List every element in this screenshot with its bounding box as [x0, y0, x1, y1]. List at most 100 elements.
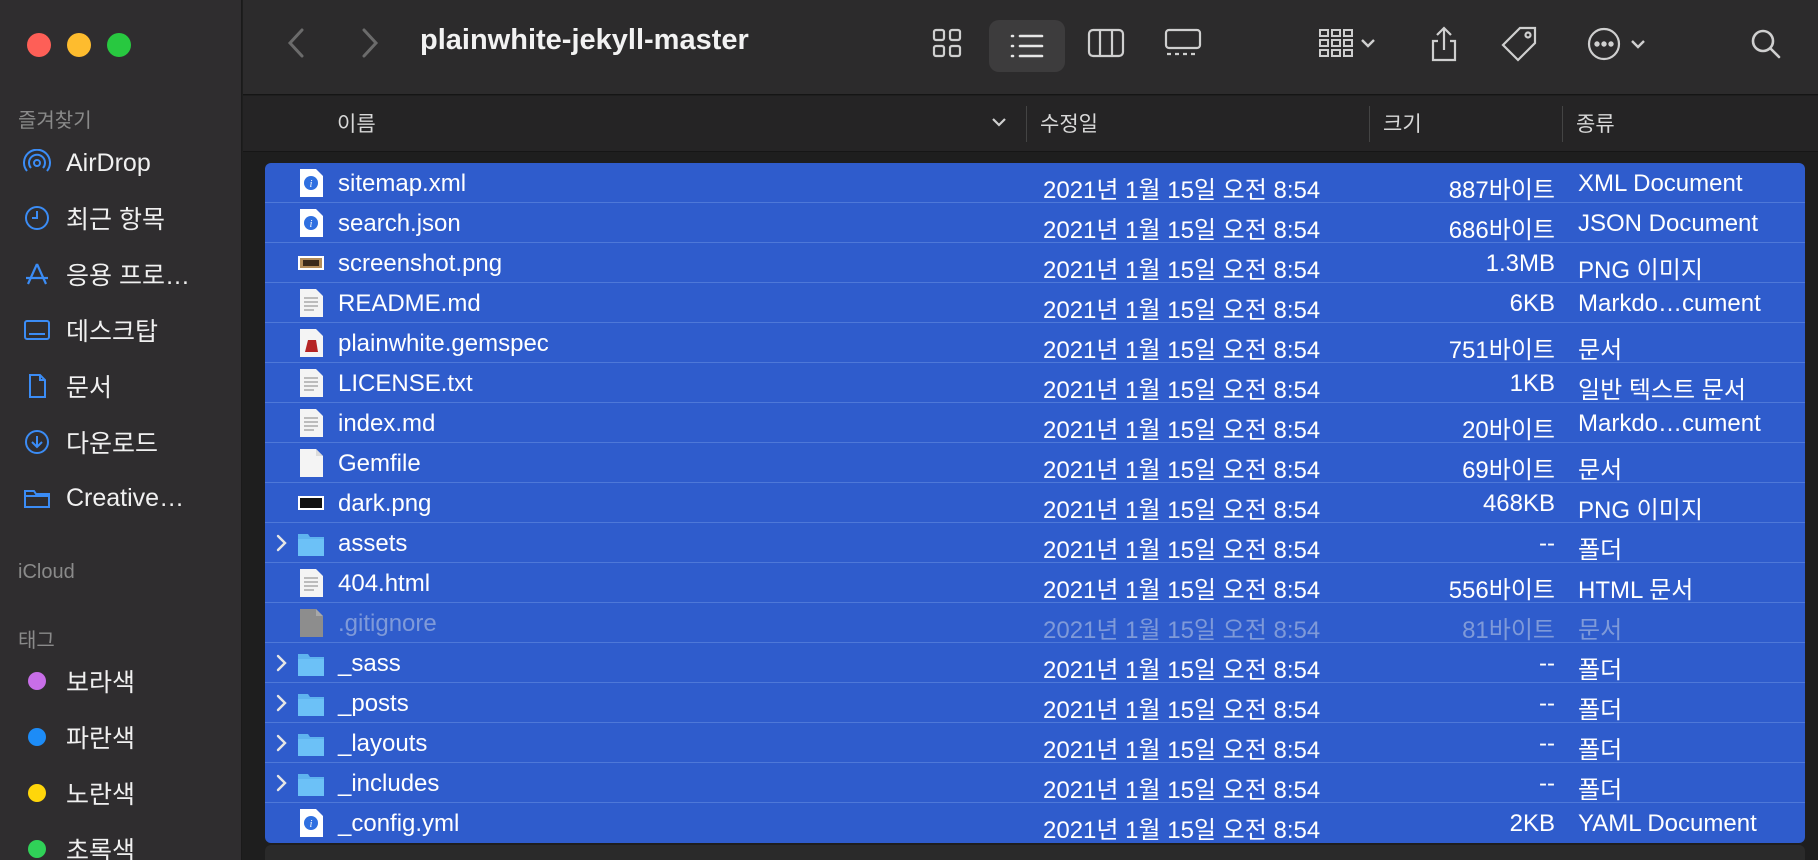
file-row[interactable]: _sass 2021년 1월 15일 오전 8:54 -- 폴더	[265, 643, 1805, 684]
close-window-button[interactable]	[27, 33, 51, 57]
file-row[interactable]: Gemfile 2021년 1월 15일 오전 8:54 69바이트 문서	[265, 443, 1805, 484]
file-row[interactable]: plainwhite.gemspec 2021년 1월 15일 오전 8:54 75…	[265, 323, 1805, 364]
sidebar-tag-green[interactable]: 초록색	[22, 827, 135, 860]
sidebar-item-label: 파란색	[66, 725, 136, 753]
image-file-icon	[297, 248, 325, 278]
file-size: 20바이트	[1462, 417, 1555, 444]
column-header-modified[interactable]: 수정일	[1040, 108, 1098, 138]
share-button[interactable]	[1423, 20, 1465, 68]
file-modified-date: 2021년 1월 15일 오전 8:54	[1043, 457, 1321, 484]
tag-color-dot	[22, 666, 52, 696]
sidebar-tag-blue[interactable]: 파란색	[22, 715, 135, 759]
file-row[interactable]: _layouts 2021년 1월 15일 오전 8:54 -- 폴더	[265, 723, 1805, 764]
sidebar-item-applications[interactable]: 응용 프로…	[22, 252, 190, 296]
column-divider[interactable]	[1369, 106, 1370, 142]
sidebar-item-airdrop[interactable]: AirDrop	[22, 141, 151, 185]
file-modified-date: 2021년 1월 15일 오전 8:54	[1043, 297, 1321, 324]
airdrop-icon	[22, 148, 52, 178]
disclosure-chevron-icon[interactable]	[273, 692, 289, 714]
sort-chevron-down-icon[interactable]	[991, 116, 1007, 128]
file-size: 1.3MB	[1485, 250, 1555, 277]
column-view-button[interactable]	[1083, 21, 1129, 65]
file-row[interactable]: _includes 2021년 1월 15일 오전 8:54 -- 폴더	[265, 763, 1805, 804]
chevron-left-icon	[287, 28, 304, 58]
sidebar-item-documents[interactable]: 문서	[22, 364, 112, 408]
sidebar-item-label: Creative…	[66, 483, 185, 512]
column-header-name[interactable]: 이름	[337, 108, 376, 138]
column-divider[interactable]	[1026, 106, 1027, 142]
more-actions-button[interactable]	[1580, 20, 1652, 68]
sidebar: 즐겨찾기 AirDrop 최근 항목 응용 프로… 데스크탑 문서 다운로드 C…	[0, 0, 242, 860]
sidebar-item-recents[interactable]: 최근 항목	[22, 196, 165, 240]
window-title: plainwhite-jekyll-master	[420, 24, 749, 56]
zoom-window-button[interactable]	[107, 33, 131, 57]
desktop-icon	[22, 315, 52, 345]
disclosure-chevron-icon[interactable]	[273, 772, 289, 794]
file-size: 751바이트	[1448, 337, 1555, 364]
sidebar-item-creative[interactable]: Creative…	[22, 476, 184, 520]
tag-color-dot	[22, 778, 52, 808]
file-kind: 문서	[1578, 337, 1623, 364]
sidebar-item-label: 문서	[66, 374, 113, 402]
file-kind: 문서	[1578, 617, 1623, 644]
file-row[interactable]: 404.html 2021년 1월 15일 오전 8:54 556바이트 HTML 문…	[265, 563, 1805, 604]
file-row[interactable]: i _config.yml 2021년 1월 15일 오전 8:54 2KB YAML …	[265, 803, 1805, 844]
file-kind: JSON Document	[1578, 210, 1759, 237]
file-modified-date: 2021년 1월 15일 오전 8:54	[1043, 417, 1321, 444]
file-name: README.md	[338, 290, 481, 317]
file-size: 887바이트	[1448, 177, 1555, 204]
file-name: Gemfile	[338, 450, 421, 477]
disclosure-chevron-icon[interactable]	[273, 652, 289, 674]
icon-view-button[interactable]	[926, 21, 968, 65]
file-name: assets	[338, 530, 408, 557]
file-row[interactable]: README.md 2021년 1월 15일 오전 8:54 6KB Markdo…c…	[265, 283, 1805, 324]
sidebar-item-label: 최근 항목	[66, 206, 165, 234]
file-kind: XML Document	[1578, 170, 1743, 197]
sidebar-tag-purple[interactable]: 보라색	[22, 659, 135, 703]
file-row[interactable]: i search.json 2021년 1월 15일 오전 8:54 686바이트 JS…	[265, 203, 1805, 244]
minimize-window-button[interactable]	[67, 33, 91, 57]
list-view-button[interactable]	[989, 20, 1065, 72]
file-kind: PNG 이미지	[1578, 257, 1703, 284]
file-row[interactable]: i sitemap.xml 2021년 1월 15일 오전 8:54 887바이트 XM…	[265, 163, 1805, 204]
file-row[interactable]: index.md 2021년 1월 15일 오전 8:54 20바이트 Markdo……	[265, 403, 1805, 444]
file-row[interactable]: LICENSE.txt 2021년 1월 15일 오전 8:54 1KB 일반 텍스트…	[265, 363, 1805, 404]
disclosure-chevron-icon[interactable]	[273, 532, 289, 554]
file-name: .gitignore	[338, 610, 437, 637]
file-row[interactable]: .gitignore 2021년 1월 15일 오전 8:54 81바이트 문서	[265, 603, 1805, 644]
sidebar-tag-yellow[interactable]: 노란색	[22, 771, 135, 815]
file-modified-date: 2021년 1월 15일 오전 8:54	[1043, 497, 1321, 524]
sidebar-item-desktop[interactable]: 데스크탑	[22, 308, 158, 352]
search-button[interactable]	[1746, 22, 1786, 66]
file-row[interactable]: assets 2021년 1월 15일 오전 8:54 -- 폴더	[265, 523, 1805, 564]
file-row[interactable]: screenshot.png 2021년 1월 15일 오전 8:54 1.3MB P…	[265, 243, 1805, 284]
forward-button[interactable]	[355, 25, 385, 61]
column-header-size[interactable]: 크기	[1383, 108, 1422, 138]
file-name: _sass	[338, 650, 401, 677]
group-icon	[1319, 29, 1353, 57]
file-kind: YAML Document	[1578, 810, 1757, 837]
sidebar-item-label: 데스크탑	[66, 318, 159, 346]
back-button[interactable]	[281, 25, 311, 61]
tags-button[interactable]	[1496, 20, 1542, 68]
column-header-kind[interactable]: 종류	[1576, 108, 1615, 138]
group-by-button[interactable]	[1310, 21, 1384, 65]
file-modified-date: 2021년 1월 15일 오전 8:54	[1043, 377, 1321, 404]
search-icon	[1751, 29, 1781, 59]
file-modified-date: 2021년 1월 15일 오전 8:54	[1043, 337, 1321, 364]
blank-file-icon	[297, 448, 325, 478]
file-kind: 폴더	[1578, 777, 1623, 804]
file-kind: PNG 이미지	[1578, 497, 1703, 524]
svg-text:i: i	[310, 819, 313, 830]
icloud-section-label: iCloud	[18, 561, 75, 583]
file-row[interactable]: dark.png 2021년 1월 15일 오전 8:54 468KB PNG 이미지	[265, 483, 1805, 524]
folder-icon	[297, 528, 325, 558]
gallery-view-button[interactable]	[1160, 21, 1206, 65]
file-size: 468KB	[1482, 490, 1555, 517]
file-row[interactable]: _posts 2021년 1월 15일 오전 8:54 -- 폴더	[265, 683, 1805, 724]
column-divider[interactable]	[1562, 106, 1563, 142]
disclosure-chevron-icon[interactable]	[273, 732, 289, 754]
sidebar-item-downloads[interactable]: 다운로드	[22, 420, 158, 464]
file-name: sitemap.xml	[338, 170, 467, 197]
chevron-down-icon	[1631, 40, 1645, 49]
